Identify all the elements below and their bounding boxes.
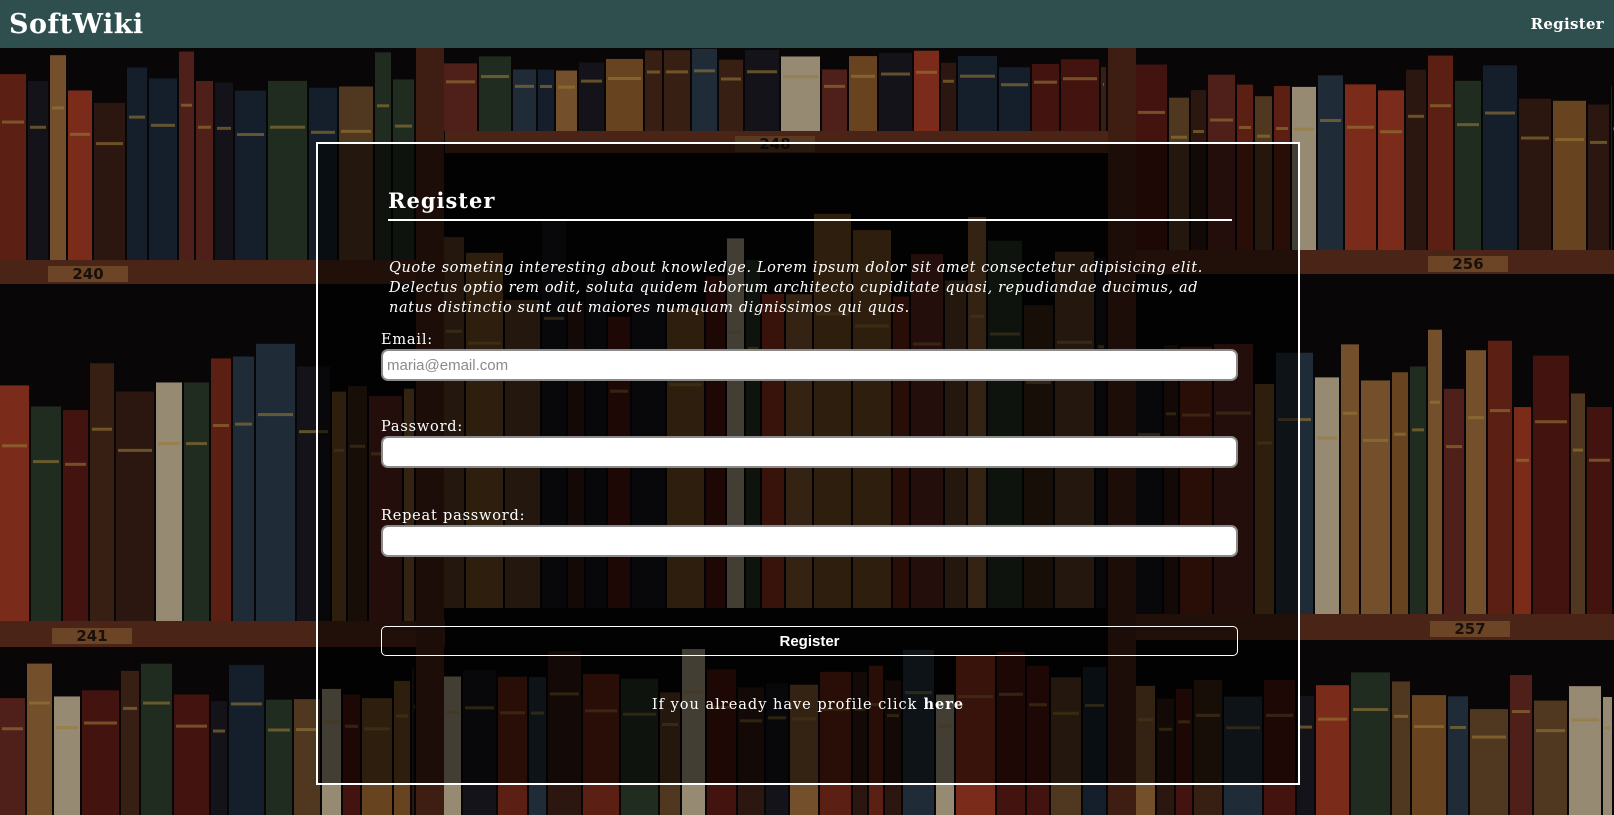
shelf-label-256: 256	[1428, 255, 1508, 273]
nav-register-link[interactable]: Register	[1531, 15, 1604, 33]
svg-text:256: 256	[1452, 255, 1483, 273]
svg-text:241: 241	[76, 627, 107, 645]
email-input[interactable]	[381, 349, 1238, 381]
register-quote: Quote someting interesting about knowled…	[389, 260, 1203, 316]
login-prompt-text: If you already have profile click	[651, 697, 918, 713]
password-input[interactable]	[381, 436, 1238, 468]
login-prompt: If you already have profile click here	[318, 696, 1298, 713]
shelf-label-257: 257	[1430, 620, 1510, 638]
repeat-password-label: Repeat password:	[381, 508, 526, 524]
top-navbar: SoftWiki Register	[0, 0, 1614, 48]
repeat-password-input[interactable]	[381, 525, 1238, 557]
register-submit-button[interactable]: Register	[381, 626, 1238, 656]
brand-logo-link[interactable]: SoftWiki	[9, 9, 144, 40]
login-here-link[interactable]: here	[923, 696, 964, 713]
email-label: Email:	[381, 332, 433, 348]
register-title: Register	[388, 188, 1232, 221]
password-label: Password:	[381, 419, 464, 435]
register-panel: Register Quote someting interesting abou…	[316, 142, 1300, 785]
svg-text:257: 257	[1454, 620, 1485, 638]
svg-text:240: 240	[72, 265, 103, 283]
shelf-label-240: 240	[48, 265, 128, 283]
shelf-label-241: 241	[52, 627, 132, 645]
